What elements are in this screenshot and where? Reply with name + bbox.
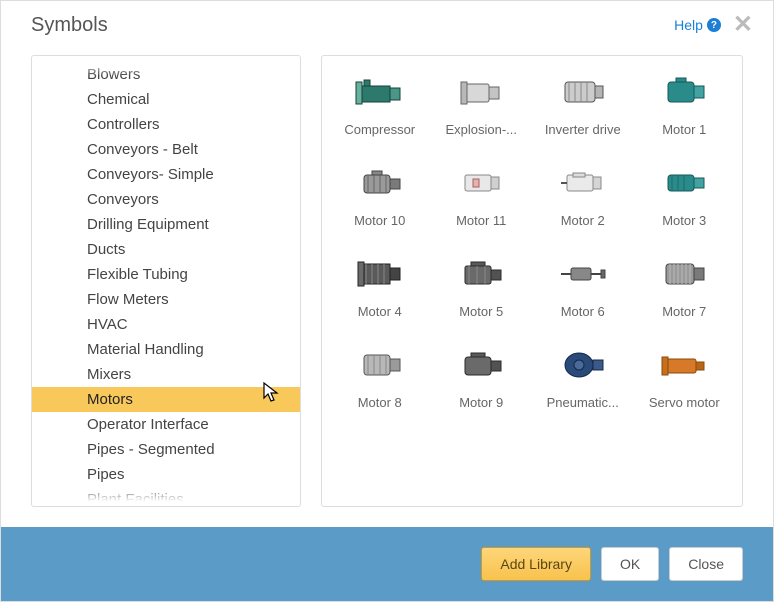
motor8-icon xyxy=(354,345,406,385)
category-item[interactable]: Flow Meters xyxy=(32,287,300,312)
symbol-item[interactable]: Inverter drive xyxy=(535,72,631,137)
symbol-item[interactable]: Explosion-... xyxy=(434,72,530,137)
motor3-icon xyxy=(658,163,710,203)
dialog-body: BlowersChemicalControllersConveyors - Be… xyxy=(1,45,773,527)
symbol-label: Servo motor xyxy=(649,395,720,410)
symbol-label: Motor 7 xyxy=(662,304,706,319)
category-item[interactable]: Pipes xyxy=(32,462,300,487)
add-library-button[interactable]: Add Library xyxy=(481,547,591,581)
category-panel: BlowersChemicalControllersConveyors - Be… xyxy=(31,55,301,507)
close-icon[interactable]: ✕ xyxy=(733,13,753,37)
symbol-label: Motor 8 xyxy=(358,395,402,410)
category-item[interactable]: Conveyors- Simple xyxy=(32,162,300,187)
servo-icon xyxy=(658,345,710,385)
help-link[interactable]: Help ? xyxy=(674,17,721,33)
symbol-label: Motor 1 xyxy=(662,122,706,137)
symbols-dialog: Symbols Help ? ✕ BlowersChemicalControll… xyxy=(0,0,774,602)
symbol-label: Motor 3 xyxy=(662,213,706,228)
dialog-title: Symbols xyxy=(31,14,108,37)
category-item[interactable]: Mixers xyxy=(32,362,300,387)
symbol-item[interactable]: Motor 5 xyxy=(434,254,530,319)
category-item[interactable]: Ducts xyxy=(32,237,300,262)
category-item[interactable]: HVAC xyxy=(32,312,300,337)
compressor-icon xyxy=(354,72,406,112)
category-item[interactable]: Drilling Equipment xyxy=(32,212,300,237)
motor4-icon xyxy=(354,254,406,294)
symbol-item[interactable]: Motor 11 xyxy=(434,163,530,228)
category-item[interactable]: Chemical xyxy=(32,87,300,112)
motor2-icon xyxy=(557,163,609,203)
category-item[interactable]: Pipes - Segmented xyxy=(32,437,300,462)
symbol-label: Motor 2 xyxy=(561,213,605,228)
category-item[interactable]: Conveyors xyxy=(32,187,300,212)
dialog-header: Symbols Help ? ✕ xyxy=(1,1,773,45)
symbol-item[interactable]: Motor 1 xyxy=(637,72,733,137)
symbol-item[interactable]: Motor 4 xyxy=(332,254,428,319)
motor11-icon xyxy=(455,163,507,203)
motor6-icon xyxy=(557,254,609,294)
category-list[interactable]: BlowersChemicalControllersConveyors - Be… xyxy=(32,56,300,507)
symbol-panel: Compressor Explosion-... Inverter drive Mot… xyxy=(321,55,743,507)
symbol-item[interactable]: Motor 7 xyxy=(637,254,733,319)
help-label: Help xyxy=(674,17,703,33)
symbol-label: Motor 4 xyxy=(358,304,402,319)
symbol-item[interactable]: Motor 9 xyxy=(434,345,530,410)
symbol-label: Explosion-... xyxy=(445,122,517,137)
close-button[interactable]: Close xyxy=(669,547,743,581)
symbol-item[interactable]: Motor 3 xyxy=(637,163,733,228)
motor9-icon xyxy=(455,345,507,385)
symbol-item[interactable]: Pneumatic... xyxy=(535,345,631,410)
dialog-footer: Add Library OK Close xyxy=(1,527,773,601)
symbol-label: Inverter drive xyxy=(545,122,621,137)
symbol-grid: Compressor Explosion-... Inverter drive Mot… xyxy=(332,72,732,410)
category-item[interactable]: Plant Facilities xyxy=(32,487,300,507)
symbol-item[interactable]: Motor 6 xyxy=(535,254,631,319)
symbol-item[interactable]: Compressor xyxy=(332,72,428,137)
symbol-label: Motor 5 xyxy=(459,304,503,319)
category-item[interactable]: Conveyors - Belt xyxy=(32,137,300,162)
category-item[interactable]: Operator Interface xyxy=(32,412,300,437)
category-item[interactable]: Material Handling xyxy=(32,337,300,362)
help-icon: ? xyxy=(707,18,721,32)
symbol-item[interactable]: Servo motor xyxy=(637,345,733,410)
symbol-label: Motor 9 xyxy=(459,395,503,410)
category-item[interactable]: Controllers xyxy=(32,112,300,137)
motor1-icon xyxy=(658,72,710,112)
category-item[interactable]: Flexible Tubing xyxy=(32,262,300,287)
symbol-label: Motor 11 xyxy=(456,213,506,228)
ok-button[interactable]: OK xyxy=(601,547,659,581)
symbol-item[interactable]: Motor 8 xyxy=(332,345,428,410)
motor10-icon xyxy=(354,163,406,203)
inverter-icon xyxy=(557,72,609,112)
category-item[interactable]: Blowers xyxy=(32,62,300,87)
category-item[interactable]: Motors xyxy=(32,387,300,412)
symbol-item[interactable]: Motor 10 xyxy=(332,163,428,228)
symbol-item[interactable]: Motor 2 xyxy=(535,163,631,228)
motor7-icon xyxy=(658,254,710,294)
symbol-label: Motor 6 xyxy=(561,304,605,319)
pneumatic-icon xyxy=(557,345,609,385)
symbol-label: Pneumatic... xyxy=(547,395,619,410)
symbol-label: Compressor xyxy=(344,122,415,137)
symbol-label: Motor 10 xyxy=(354,213,405,228)
explosion-icon xyxy=(455,72,507,112)
motor5-icon xyxy=(455,254,507,294)
header-right: Help ? ✕ xyxy=(674,13,753,37)
